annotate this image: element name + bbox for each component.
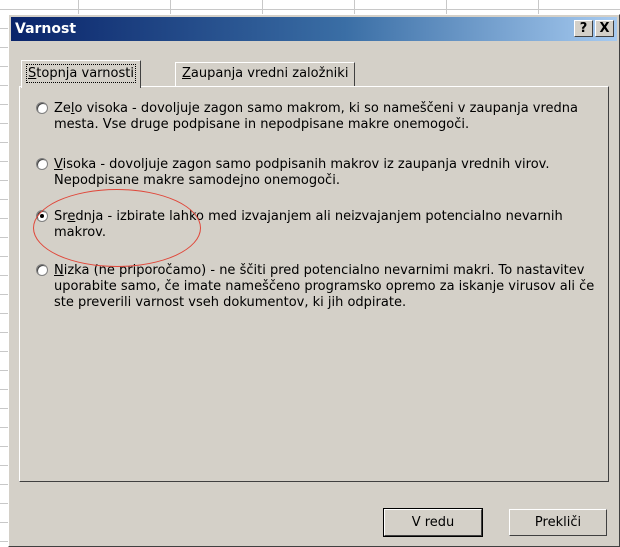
security-level-panel: Zelo visoka - dovoljuje zagon samo makro…	[19, 86, 609, 482]
radio-low[interactable]	[36, 264, 48, 276]
close-button[interactable]: X	[595, 20, 614, 37]
security-dialog: Varnost ? X Stopnja varnosti Zaupanja vr…	[8, 14, 620, 547]
ok-button[interactable]: V redu	[384, 509, 482, 536]
option-very-high-label: Zelo visoka - dovoljuje zagon samo makro…	[54, 101, 579, 132]
radio-medium[interactable]	[36, 210, 48, 222]
option-low-label: Nizka (ne priporočamo) - ne ščiti pred p…	[54, 263, 595, 310]
radio-very-high[interactable]	[36, 102, 48, 114]
tab-security-level[interactable]: Stopnja varnosti	[21, 60, 141, 88]
tab-security-level-label: Stopnja varnosti	[26, 64, 136, 83]
tab-trusted-publishers[interactable]: Zaupanja vredni založniki	[175, 62, 356, 86]
dialog-title: Varnost	[15, 21, 77, 37]
option-medium-label: Srednja - izbirate lahko med izvajanjem …	[54, 209, 563, 240]
option-high-label: Visoka - dovoljuje zagon samo podpisanih…	[54, 157, 550, 188]
title-bar[interactable]: Varnost ? X	[11, 17, 617, 41]
cancel-button[interactable]: Prekliči	[509, 509, 607, 536]
tab-trusted-publishers-label: Zaupanja vredni založniki	[182, 66, 349, 81]
help-button[interactable]: ?	[574, 20, 593, 37]
radio-high[interactable]	[36, 158, 48, 170]
